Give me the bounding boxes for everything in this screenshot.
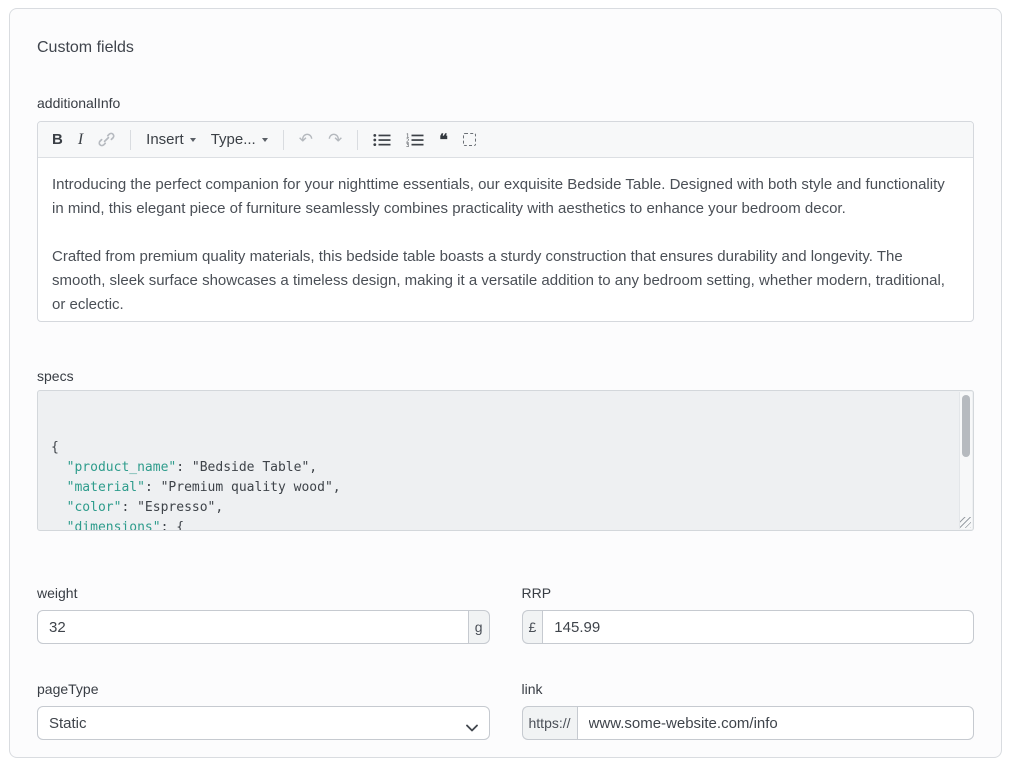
specs-code-editor[interactable]: { "product_name": "Bedside Table", "mate…	[37, 390, 974, 531]
rrp-input[interactable]	[542, 610, 974, 644]
undo-icon: ↶	[299, 131, 313, 148]
type-dropdown[interactable]: Type...	[211, 131, 268, 148]
svg-text:3: 3	[406, 143, 409, 147]
rrp-label: RRP	[522, 585, 975, 602]
code-line: "product_name": "Bedside Table",	[51, 458, 949, 478]
code-line: "dimensions": {	[51, 518, 949, 531]
code-line: "material": "Premium quality wood",	[51, 478, 949, 498]
undo-button[interactable]: ↶	[299, 131, 313, 148]
redo-icon: ↷	[328, 131, 342, 148]
bold-button[interactable]: B	[52, 131, 63, 148]
rich-text-editor: B I Insert Type...	[37, 121, 974, 322]
italic-button[interactable]: I	[78, 131, 83, 149]
editor-content[interactable]: Introducing the perfect companion for yo…	[38, 158, 973, 322]
specs-code: { "product_name": "Bedside Table", "mate…	[51, 438, 949, 531]
redo-button[interactable]: ↷	[328, 131, 342, 148]
weight-input-group: g	[37, 610, 490, 644]
type-dropdown-label: Type...	[211, 131, 256, 148]
pagetype-select[interactable]: Static	[37, 706, 490, 740]
editor-paragraph: Introducing the perfect companion for yo…	[52, 173, 959, 221]
blockquote-button[interactable]: ❝	[439, 130, 448, 150]
resize-handle-icon[interactable]	[960, 517, 971, 528]
weight-unit-suffix: g	[469, 610, 490, 644]
toolbar-divider	[130, 130, 131, 150]
editor-toolbar: B I Insert Type...	[38, 122, 973, 158]
code-line: "color": "Espresso",	[51, 498, 949, 518]
pagetype-select-wrap: Static	[37, 706, 490, 740]
ordered-list-button[interactable]: 1 2 3	[406, 133, 424, 147]
link-input[interactable]	[577, 706, 974, 740]
link-button[interactable]	[98, 131, 115, 148]
embed-block-button[interactable]	[463, 133, 476, 146]
link-icon	[98, 131, 115, 148]
link-input-group: https://	[522, 706, 975, 740]
embed-block-icon	[463, 133, 476, 146]
scrollbar-thumb[interactable]	[962, 395, 970, 457]
scrollbar-track[interactable]	[959, 392, 972, 529]
chevron-down-icon	[190, 138, 196, 142]
toolbar-divider	[357, 130, 358, 150]
weight-input[interactable]	[37, 610, 469, 644]
ordered-list-icon: 1 2 3	[406, 133, 424, 147]
specs-label: specs	[37, 368, 974, 385]
insert-dropdown-label: Insert	[146, 131, 184, 148]
code-line: {	[51, 438, 949, 458]
protocol-prefix: https://	[522, 706, 577, 740]
currency-prefix: £	[522, 610, 543, 644]
blockquote-icon: ❝	[439, 130, 448, 150]
weight-label: weight	[37, 585, 490, 602]
link-label: link	[522, 681, 975, 698]
insert-dropdown[interactable]: Insert	[146, 131, 196, 148]
custom-fields-card: Custom fields additionalInfo B I Insert	[9, 8, 1002, 758]
additionalinfo-label: additionalInfo	[37, 95, 974, 112]
editor-paragraph: Crafted from premium quality materials, …	[52, 245, 959, 317]
toolbar-divider	[283, 130, 284, 150]
pagetype-label: pageType	[37, 681, 490, 698]
card-title: Custom fields	[37, 38, 974, 58]
chevron-down-icon	[262, 138, 268, 142]
rrp-input-group: £	[522, 610, 975, 644]
bullet-list-button[interactable]	[373, 133, 391, 147]
bullet-list-icon	[373, 133, 391, 147]
